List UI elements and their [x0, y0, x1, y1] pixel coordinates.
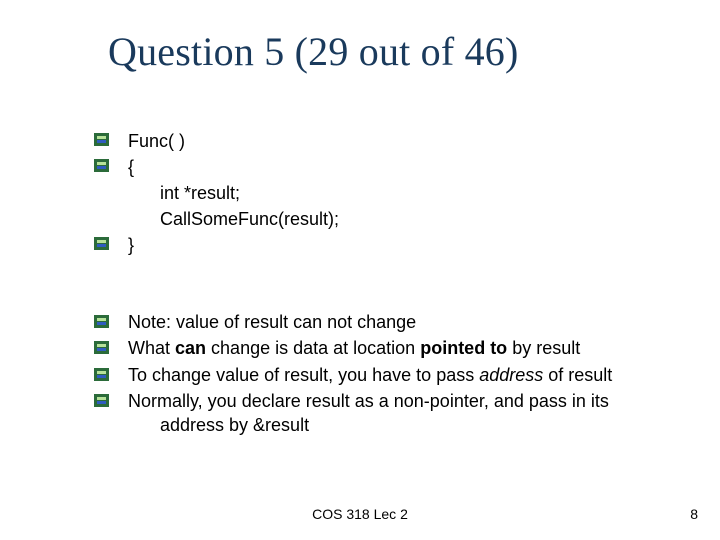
slide-title: Question 5 (29 out of 46)	[108, 28, 519, 75]
code-line: {	[128, 154, 628, 180]
note-text: What can change is data at location poin…	[128, 336, 618, 360]
code-text: Func( )	[128, 131, 185, 151]
code-line: int *result;	[128, 180, 628, 206]
bullet-icon	[94, 368, 109, 381]
t: of result	[543, 365, 612, 385]
note-row: Note: value of result can not change	[128, 310, 618, 334]
bullet-icon	[94, 341, 109, 354]
note-text: To change value of result, you have to p…	[128, 363, 618, 387]
code-text: CallSomeFunc(result);	[160, 209, 339, 229]
code-block: Func( ) { int *result; CallSomeFunc(resu…	[128, 128, 628, 258]
bullet-icon	[94, 237, 109, 250]
bullet-icon	[94, 159, 109, 172]
t-bold: pointed to	[420, 338, 507, 358]
t-italic: address	[479, 365, 543, 385]
bullet-icon	[94, 315, 109, 328]
notes-block: Note: value of result can not change Wha…	[128, 310, 618, 439]
note-text: Normally, you declare result as a non-po…	[128, 389, 618, 413]
code-line: }	[128, 232, 628, 258]
t: change is data at location	[206, 338, 420, 358]
bullet-icon	[94, 133, 109, 146]
t-bold: can	[175, 338, 206, 358]
note-row: What can change is data at location poin…	[128, 336, 618, 360]
page-number: 8	[690, 506, 698, 522]
t: What	[128, 338, 175, 358]
code-text: }	[128, 235, 134, 255]
bullet-icon	[94, 394, 109, 407]
note-text: address by &result	[128, 413, 618, 437]
code-line: Func( )	[128, 128, 628, 154]
code-line: CallSomeFunc(result);	[128, 206, 628, 232]
note-text: Note: value of result can not change	[128, 310, 618, 334]
footer-center: COS 318 Lec 2	[0, 506, 720, 522]
note-row: To change value of result, you have to p…	[128, 363, 618, 387]
code-text: {	[128, 157, 134, 177]
code-text: int *result;	[160, 183, 240, 203]
note-row: Normally, you declare result as a non-po…	[128, 389, 618, 438]
slide: Question 5 (29 out of 46) Func( ) { int …	[0, 0, 720, 540]
t: To change value of result, you have to p…	[128, 365, 479, 385]
t: by result	[507, 338, 580, 358]
